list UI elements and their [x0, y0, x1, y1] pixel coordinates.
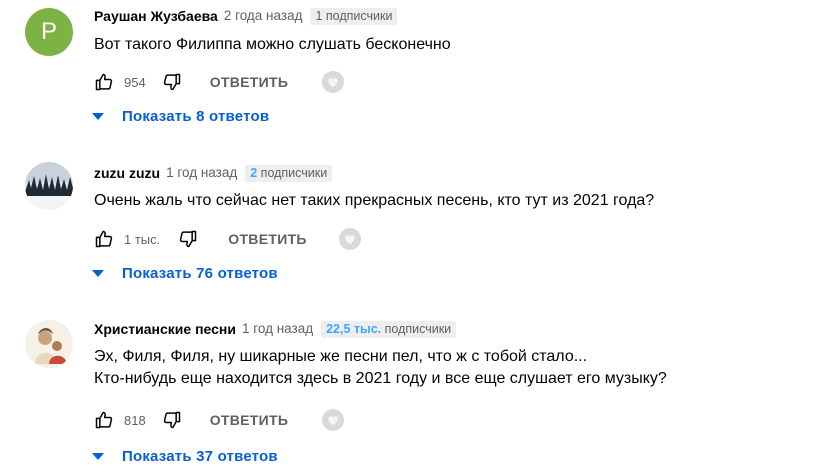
comment-text-line: Кто-нибудь еще находится здесь в 2021 го… [94, 370, 667, 387]
show-replies-label: Показать 37 ответов [122, 448, 278, 465]
show-replies-label: Показать 76 ответов [122, 265, 278, 282]
creator-heart-icon[interactable] [322, 71, 345, 93]
comment-header: Христианские песни 1 год назад 22,5 тыс.… [94, 320, 457, 338]
comment-text: Вот такого Филиппа можно слушать бесконе… [94, 34, 451, 56]
comment-text-line: Вот такого Филиппа можно слушать бесконе… [94, 36, 451, 53]
author-name[interactable]: Раушан Жузбаева [94, 7, 218, 25]
timestamp[interactable]: 2 года назад [224, 7, 303, 25]
reply-button[interactable]: ОТВЕТИТЬ [210, 74, 289, 90]
thumbs-down-icon[interactable] [162, 72, 182, 92]
like-count: 1 тыс. [124, 231, 161, 247]
subscriber-label: подписчики [325, 8, 393, 23]
like-count: 954 [124, 74, 146, 90]
author-name[interactable]: Христианские песни [94, 320, 236, 338]
subscriber-badge: 22,5 тыс. подписчики [321, 320, 457, 338]
winter-forest-image [25, 162, 73, 210]
comment-text-line: Очень жаль что сейчас нет таких прекрасн… [94, 192, 655, 209]
thumbs-up-icon[interactable] [94, 410, 114, 430]
creator-heart-icon[interactable] [322, 409, 345, 431]
comment-actions: 1 тыс. ОТВЕТИТЬ [94, 227, 361, 251]
author-name[interactable]: zuzu zuzu [94, 164, 160, 182]
thumbs-up-icon[interactable] [94, 229, 114, 249]
avatar[interactable] [25, 320, 73, 368]
comment-text: Эх, Филя, Филя, ну шикарные же песни пел… [94, 346, 667, 390]
creator-heart-icon[interactable] [338, 228, 361, 250]
comment-text: Очень жаль что сейчас нет таких прекрасн… [94, 190, 654, 212]
chevron-down-icon [92, 270, 104, 277]
timestamp[interactable]: 1 год назад [242, 320, 313, 338]
thumbs-down-icon[interactable] [162, 410, 182, 430]
like-count: 818 [124, 412, 146, 428]
avatar-letter: P [40, 18, 57, 45]
reply-button[interactable]: ОТВЕТИТЬ [228, 231, 307, 247]
chevron-down-icon [92, 113, 104, 120]
subscriber-badge: 1 подписчики [310, 7, 398, 25]
children-illustration-image [25, 320, 73, 368]
subscriber-label: подписчики [260, 165, 328, 180]
thumbs-down-icon[interactable] [178, 229, 198, 249]
subscriber-count: 22,5 тыс. [326, 321, 382, 336]
show-replies-label: Показать 8 ответов [122, 108, 270, 125]
comment-header: zuzu zuzu 1 год назад 2 подписчики [94, 164, 333, 182]
comment-text-line: Эх, Филя, Филя, ну шикарные же песни пел… [94, 348, 588, 365]
show-replies-button[interactable]: Показать 37 ответов [92, 448, 278, 465]
comment-actions: 818 ОТВЕТИТЬ [94, 408, 345, 432]
subscriber-count: 1 [315, 8, 323, 23]
thumbs-up-icon[interactable] [94, 72, 114, 92]
avatar[interactable] [25, 162, 73, 210]
show-replies-button[interactable]: Показать 8 ответов [92, 108, 269, 125]
comment-actions: 954 ОТВЕТИТЬ [94, 70, 345, 94]
subscriber-count: 2 [250, 165, 258, 180]
show-replies-button[interactable]: Показать 76 ответов [92, 265, 278, 282]
avatar[interactable]: P [25, 8, 73, 56]
timestamp[interactable]: 1 год назад [166, 164, 237, 182]
chevron-down-icon [92, 453, 104, 460]
subscriber-label: подписчики [384, 321, 452, 336]
reply-button[interactable]: ОТВЕТИТЬ [210, 412, 289, 428]
subscriber-badge: 2 подписчики [245, 164, 333, 182]
comment-header: Раушан Жузбаева 2 года назад 1 подписчик… [94, 7, 398, 25]
